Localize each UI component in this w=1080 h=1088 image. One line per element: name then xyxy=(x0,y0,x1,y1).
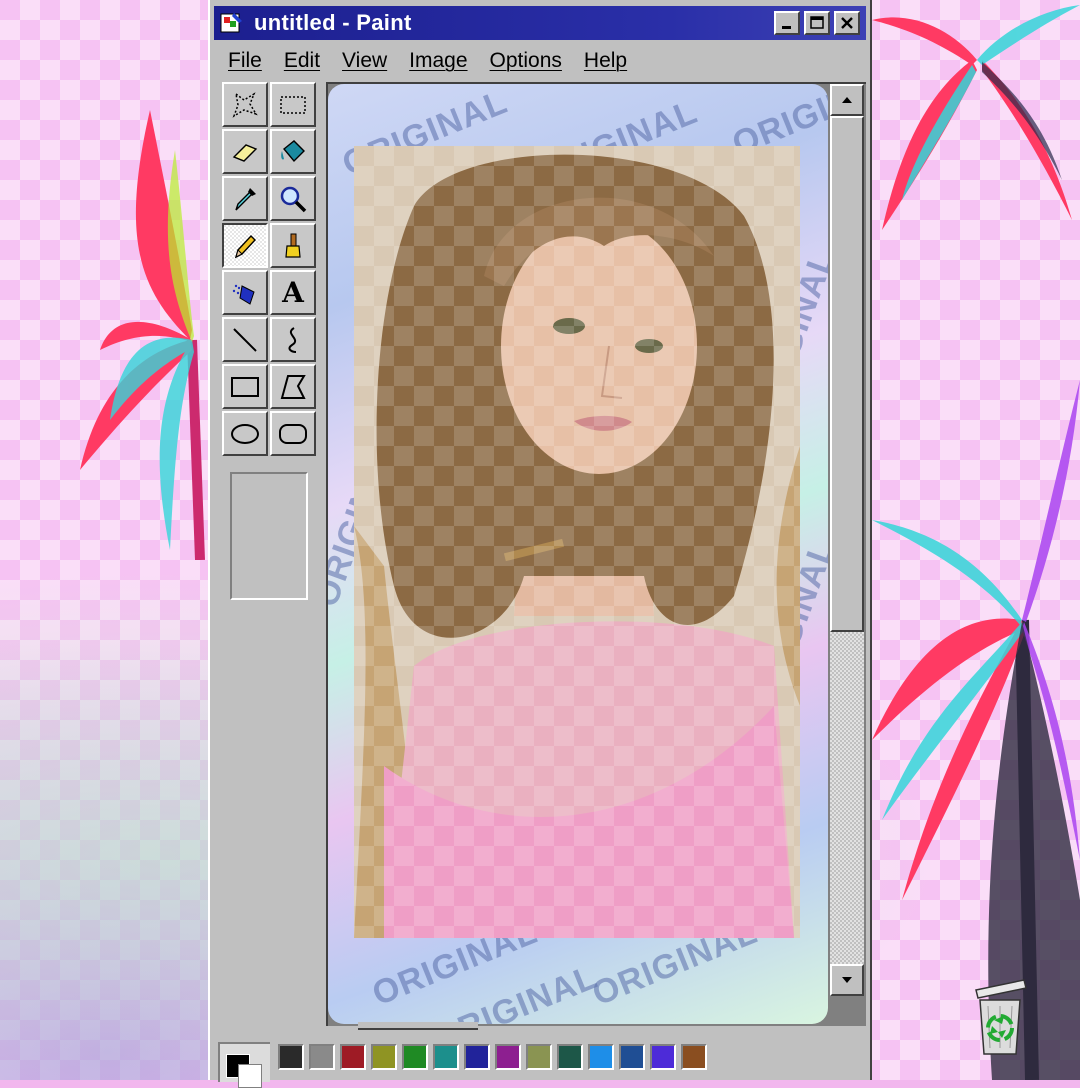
palette-swatch[interactable] xyxy=(433,1044,459,1070)
palette-swatch[interactable] xyxy=(278,1044,304,1070)
palette-swatch[interactable] xyxy=(650,1044,676,1070)
fill-with-color-tool[interactable] xyxy=(270,129,316,174)
rectangle-select-icon xyxy=(280,95,306,114)
magnifier-tool[interactable] xyxy=(270,176,316,221)
palette-swatch[interactable] xyxy=(371,1044,397,1070)
palette-swatch[interactable] xyxy=(402,1044,428,1070)
tool-options-box[interactable] xyxy=(230,472,308,600)
menu-edit[interactable]: Edit xyxy=(284,49,320,73)
portrait-photo xyxy=(354,146,800,938)
text-tool-icon: A xyxy=(282,276,304,309)
menu-image[interactable]: Image xyxy=(409,49,467,73)
eraser-tool[interactable] xyxy=(222,129,268,174)
scroll-thumb[interactable] xyxy=(830,116,864,632)
palette-swatch[interactable] xyxy=(464,1044,490,1070)
menu-file[interactable]: File xyxy=(228,49,262,73)
scroll-up-button[interactable] xyxy=(830,84,864,116)
palm-tree-right-bottom xyxy=(872,380,1080,1080)
title-bar[interactable]: untitled - Paint xyxy=(214,6,866,40)
arrow-down-icon xyxy=(842,977,852,983)
palette-swatch[interactable] xyxy=(557,1044,583,1070)
palm-tree-left xyxy=(80,110,205,560)
line-tool[interactable] xyxy=(222,317,268,362)
rounded-rectangle-tool[interactable] xyxy=(270,411,316,456)
eraser-icon xyxy=(232,143,258,162)
paint-app-icon xyxy=(220,13,242,33)
palm-tree-right-top xyxy=(872,5,1080,230)
free-form-select-icon xyxy=(232,91,258,118)
curve-icon xyxy=(288,326,297,353)
color-palette xyxy=(214,1034,866,1088)
recycle-bin-icon[interactable] xyxy=(972,976,1028,1056)
brush-tool[interactable] xyxy=(270,223,316,268)
ellipse-tool[interactable] xyxy=(222,411,268,456)
rectangle-tool[interactable] xyxy=(222,364,268,409)
rounded-rectangle-icon xyxy=(279,423,307,444)
brush-icon xyxy=(285,233,301,258)
pick-color-tool[interactable] xyxy=(222,176,268,221)
palette-swatch[interactable] xyxy=(526,1044,552,1070)
maximize-icon xyxy=(810,16,824,29)
scroll-down-button[interactable] xyxy=(830,964,864,996)
canvas-area[interactable]: ORIGINAL ORIGINAL ORIGINAL ORIGINAL ORIG… xyxy=(326,82,866,1026)
menu-bar: File Edit View Image Options Help xyxy=(214,44,866,78)
close-button[interactable] xyxy=(834,11,860,35)
free-form-select-tool[interactable] xyxy=(222,82,268,127)
transparency-checker-overlay xyxy=(354,146,800,938)
background-color xyxy=(238,1064,262,1088)
palette-swatch[interactable] xyxy=(495,1044,521,1070)
palette-swatch[interactable] xyxy=(340,1044,366,1070)
minimize-icon xyxy=(782,26,791,29)
curve-tool[interactable] xyxy=(270,317,316,362)
polygon-tool[interactable] xyxy=(270,364,316,409)
holographic-frame-image[interactable]: ORIGINAL ORIGINAL ORIGINAL ORIGINAL ORIG… xyxy=(328,84,828,1024)
window-title: untitled - Paint xyxy=(254,10,412,35)
text-tool[interactable]: A xyxy=(270,270,316,315)
paint-window: untitled - Paint File Edit View Image Op… xyxy=(208,0,872,1088)
palette-swatch[interactable] xyxy=(309,1044,335,1070)
menu-view[interactable]: View xyxy=(342,49,387,73)
magnifier-icon xyxy=(280,186,307,212)
minimize-button[interactable] xyxy=(774,11,800,35)
maximize-button[interactable] xyxy=(804,11,830,35)
palette-swatch[interactable] xyxy=(681,1044,707,1070)
pencil-icon xyxy=(234,234,256,258)
current-colors-indicator[interactable] xyxy=(218,1042,270,1088)
ellipse-icon xyxy=(231,423,259,444)
horizontal-scrollbar[interactable] xyxy=(358,1022,478,1030)
menu-options[interactable]: Options xyxy=(490,49,562,73)
arrow-up-icon xyxy=(842,97,852,103)
palette-swatch[interactable] xyxy=(619,1044,645,1070)
eyedropper-icon xyxy=(235,187,256,210)
airbrush-tool[interactable] xyxy=(222,270,268,315)
polygon-icon xyxy=(280,374,306,399)
close-icon xyxy=(841,17,853,29)
menu-help[interactable]: Help xyxy=(584,49,627,73)
rectangle-select-tool[interactable] xyxy=(270,82,316,127)
pencil-tool[interactable] xyxy=(222,223,268,268)
vertical-scrollbar[interactable] xyxy=(830,84,864,996)
line-icon xyxy=(233,327,257,352)
palette-swatch[interactable] xyxy=(588,1044,614,1070)
rectangle-icon xyxy=(231,376,259,397)
airbrush-icon xyxy=(232,284,255,305)
fill-bucket-icon xyxy=(281,139,305,162)
